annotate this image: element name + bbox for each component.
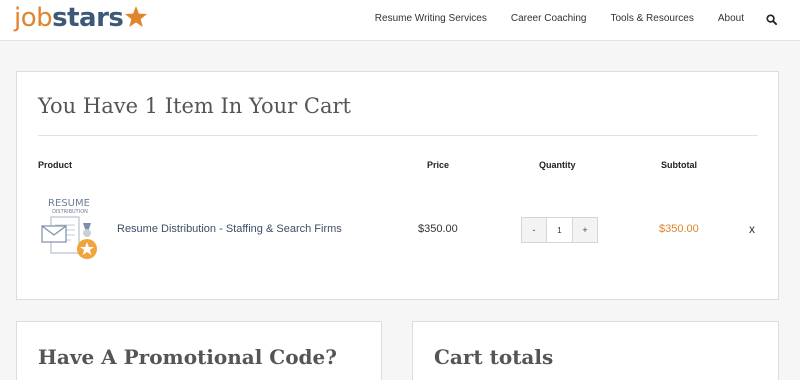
cart-totals-panel: Cart totals xyxy=(412,321,779,380)
product-thumbnail[interactable]: RESUME DISTRIBUTION xyxy=(39,197,99,263)
nav-career-coaching[interactable]: Career Coaching xyxy=(511,13,587,24)
quantity-decrease-button[interactable]: - xyxy=(522,218,547,242)
main-nav: Resume Writing Services Career Coaching … xyxy=(375,0,777,36)
nav-about[interactable]: About xyxy=(718,13,744,24)
column-header-subtotal: Subtotal xyxy=(661,160,697,170)
logo-text-job: job xyxy=(14,3,53,33)
cart-totals-title: Cart totals xyxy=(434,345,554,369)
column-header-product: Product xyxy=(38,160,73,170)
quantity-input[interactable] xyxy=(547,218,572,242)
nav-resume-writing-services[interactable]: Resume Writing Services xyxy=(375,13,487,24)
star-icon xyxy=(125,6,148,27)
quantity-increase-button[interactable]: + xyxy=(572,218,597,242)
logo-text-stars: stars xyxy=(52,3,124,33)
nav-tools-resources[interactable]: Tools & Resources xyxy=(610,13,693,24)
divider xyxy=(38,135,758,136)
promo-code-title: Have A Promotional Code? xyxy=(38,345,337,369)
promo-code-panel: Have A Promotional Code? xyxy=(16,321,382,380)
thumb-resume-text: RESUME xyxy=(48,198,90,209)
product-name-link[interactable]: Resume Distribution - Staffing & Search … xyxy=(117,223,342,235)
product-price: $350.00 xyxy=(418,223,458,235)
search-icon[interactable] xyxy=(766,13,777,25)
column-header-price: Price xyxy=(427,160,450,170)
column-header-quantity: Quantity xyxy=(539,160,576,170)
jobstars-logo[interactable]: job stars xyxy=(14,0,148,36)
remove-item-button[interactable]: x xyxy=(749,222,755,236)
cart-panel: You Have 1 Item In Your Cart Product Pri… xyxy=(16,71,779,300)
product-subtotal: $350.00 xyxy=(659,223,699,235)
thumb-distribution-text: DISTRIBUTION xyxy=(52,209,88,215)
site-header: job stars Resume Writing Services Career… xyxy=(0,0,800,41)
quantity-stepper: - + xyxy=(521,217,598,243)
cart-title: You Have 1 Item In Your Cart xyxy=(38,94,351,118)
